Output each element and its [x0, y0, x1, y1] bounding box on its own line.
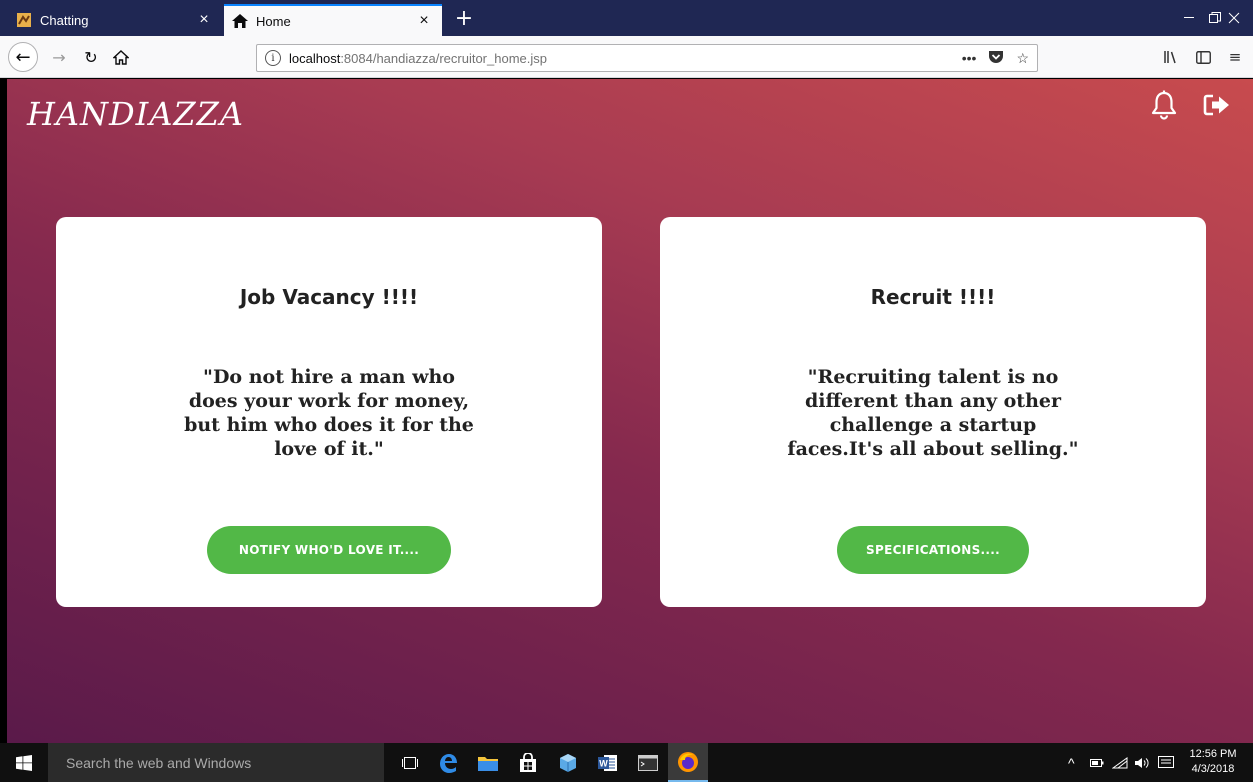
- bookmark-star-icon[interactable]: ☆: [1016, 50, 1029, 67]
- specifications-button[interactable]: SPECIFICATIONS....: [837, 526, 1029, 574]
- word-icon[interactable]: W: [588, 743, 628, 782]
- cube-app-icon[interactable]: [548, 743, 588, 782]
- home-icon: [232, 13, 248, 29]
- taskbar-clock[interactable]: 12:56 PM 4/3/2018: [1188, 747, 1238, 777]
- page-content: HANDIAZZA Job Vacancy !!!! "Do not hire …: [7, 79, 1253, 743]
- url-host: localhost: [289, 50, 341, 66]
- card-title: Recruit !!!!: [870, 285, 996, 309]
- tab-title: Chatting: [40, 12, 89, 28]
- new-tab-button[interactable]: +: [452, 6, 476, 31]
- clock-time: 12:56 PM: [1189, 748, 1237, 760]
- tab-chatting[interactable]: Chatting ×: [8, 4, 222, 36]
- arrow-left-icon: ←: [15, 46, 31, 68]
- browser-nav-bar: ← → ↻ i localhost:8084/handiazza/recruit…: [0, 36, 1253, 78]
- card-quote: "Recruiting talent is no different than …: [787, 366, 1079, 460]
- close-tab-icon[interactable]: ×: [194, 10, 214, 30]
- reload-icon: ↻: [84, 47, 98, 67]
- reload-button[interactable]: ↻: [78, 44, 104, 70]
- forward-button[interactable]: →: [46, 44, 72, 70]
- url-actions: ••• ☆: [962, 50, 1029, 67]
- store-icon[interactable]: [508, 743, 548, 782]
- library-icon[interactable]: [1158, 44, 1184, 70]
- tab-title: Home: [256, 13, 291, 29]
- task-view-icon[interactable]: [390, 743, 430, 782]
- firefox-icon[interactable]: [668, 743, 708, 782]
- windows-taskbar: Search the web and Windows W ^ 12:56 PM …: [0, 743, 1253, 782]
- edge-icon[interactable]: [428, 743, 468, 782]
- url-bar[interactable]: i localhost:8084/handiazza/recruitor_hom…: [256, 44, 1038, 72]
- wifi-icon[interactable]: [1112, 743, 1132, 782]
- menu-icon[interactable]: ≡: [1222, 44, 1248, 70]
- recruit-card: Recruit !!!! "Recruiting talent is no di…: [660, 217, 1206, 607]
- battery-icon[interactable]: [1090, 743, 1110, 782]
- sidebar-icon[interactable]: [1190, 44, 1216, 70]
- volume-icon[interactable]: [1134, 743, 1154, 782]
- site-info-icon[interactable]: i: [265, 50, 281, 66]
- start-button[interactable]: [0, 743, 48, 782]
- taskbar-search-input[interactable]: Search the web and Windows: [48, 743, 384, 782]
- card-quote: "Do not hire a man who does your work fo…: [184, 366, 474, 460]
- terminal-icon[interactable]: [628, 743, 668, 782]
- page-actions-icon[interactable]: •••: [962, 50, 977, 67]
- bell-icon[interactable]: [1146, 87, 1182, 123]
- home-outline-icon: [113, 49, 129, 65]
- file-explorer-icon[interactable]: [468, 743, 508, 782]
- home-button[interactable]: [108, 44, 134, 70]
- windows-logo-icon: [16, 754, 32, 771]
- logout-icon[interactable]: [1199, 87, 1235, 123]
- close-tab-icon[interactable]: ×: [414, 11, 434, 31]
- clock-date: 4/3/2018: [1191, 763, 1235, 775]
- notification-center-icon[interactable]: [1158, 743, 1182, 782]
- svg-text:W: W: [599, 758, 608, 768]
- back-button[interactable]: ←: [8, 42, 38, 72]
- notify-button[interactable]: NOTIFY WHO'D LOVE IT....: [207, 526, 451, 574]
- chevron-up-icon: ^: [1068, 754, 1075, 771]
- arrow-right-icon: →: [52, 47, 66, 67]
- url-path: :8084/handiazza/recruitor_home.jsp: [340, 50, 547, 66]
- tab-home[interactable]: Home ×: [224, 4, 442, 36]
- browser-tab-strip: Chatting × Home × +: [0, 0, 1253, 36]
- brand-logo[interactable]: HANDIAZZA: [27, 95, 244, 133]
- chat-app-icon: [16, 12, 32, 28]
- pocket-icon[interactable]: [988, 50, 1004, 67]
- card-title: Job Vacancy !!!!: [239, 285, 419, 309]
- close-window-icon[interactable]: [1211, 0, 1253, 36]
- job-vacancy-card: Job Vacancy !!!! "Do not hire a man who …: [56, 217, 602, 607]
